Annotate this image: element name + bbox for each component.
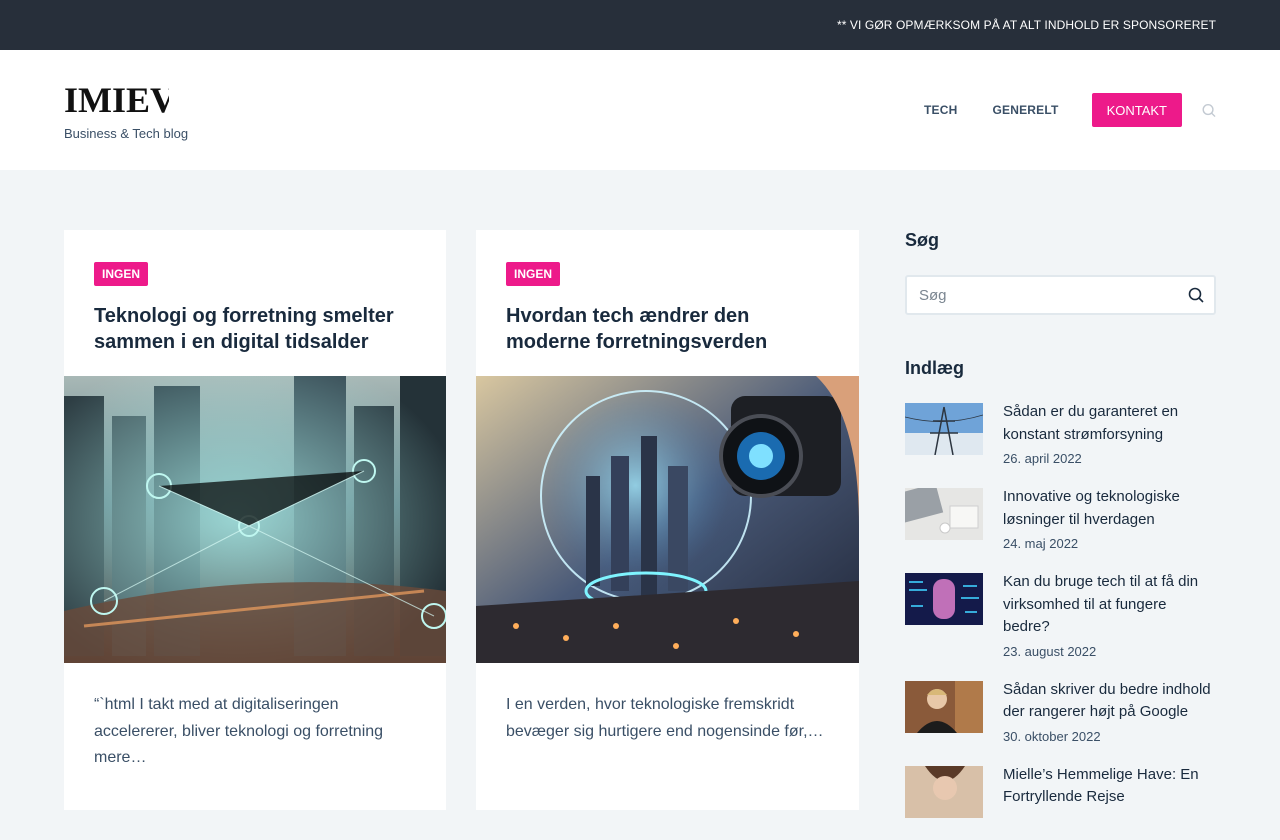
category-badge[interactable]: INGEN: [94, 262, 149, 286]
list-item: Mielle’s Hemmelige Have: En Fortryllende…: [905, 764, 1216, 818]
post-date: 30. oktober 2022: [1003, 728, 1101, 744]
branding: IMIEV Business & Tech blog: [64, 78, 188, 141]
nav-item-generelt[interactable]: GENERELT: [993, 103, 1059, 117]
recent-posts-list: Sådan er du garanteret en konstant strøm…: [905, 403, 1216, 818]
main-content: INGEN Teknologi og forretning smelter sa…: [0, 170, 1280, 818]
article-excerpt: I en verden, hvor teknologiske fremskrid…: [506, 696, 824, 740]
list-item: Sådan er du garanteret en konstant strøm…: [905, 403, 1216, 466]
post-date: 26. april 2022: [1003, 451, 1082, 466]
article-title[interactable]: Hvordan tech ændrer den moderne forretni…: [506, 303, 836, 355]
search-widget-title: Søg: [905, 230, 939, 250]
site-logo[interactable]: IMIEV: [64, 78, 169, 122]
search-input[interactable]: [907, 277, 1167, 313]
article-image[interactable]: [476, 376, 859, 663]
post-thumbnail[interactable]: [905, 403, 983, 455]
top-notice-bar: ** VI GØR OPMÆRKSOM PÅ AT ALT INDHOLD ER…: [0, 0, 1280, 50]
post-thumbnail[interactable]: [905, 765, 983, 818]
post-thumbnail[interactable]: [905, 680, 983, 733]
header-search-icon[interactable]: [1202, 103, 1216, 117]
list-item: Innovative og teknologiske løsninger til…: [905, 488, 1216, 551]
article-card: INGEN Teknologi og forretning smelter sa…: [64, 230, 446, 810]
post-title[interactable]: Sådan skriver du bedre indhold der range…: [1003, 679, 1216, 724]
post-date: 23. august 2022: [1003, 643, 1097, 659]
list-item: Kan du bruge tech til at få din virksomh…: [905, 573, 1216, 659]
search-icon[interactable]: [1188, 287, 1204, 303]
search-widget: [905, 275, 1216, 315]
post-title[interactable]: Kan du bruge tech til at få din virksomh…: [1003, 571, 1216, 639]
article-image[interactable]: [64, 376, 446, 663]
contact-button[interactable]: KONTAKT: [1091, 93, 1182, 127]
article-card: INGEN Hvordan tech ændrer den moderne fo…: [476, 230, 859, 810]
site-header: IMIEV Business & Tech blog TECH GENERELT…: [0, 50, 1280, 170]
main-nav: TECH GENERELT KONTAKT: [924, 93, 1216, 127]
article-title[interactable]: Teknologi og forretning smelter sammen i…: [94, 303, 424, 355]
post-title[interactable]: Mielle’s Hemmelige Have: En Fortryllende…: [1003, 764, 1216, 809]
sidebar: Søg Indlæg Sådan er du garanter: [905, 230, 1216, 840]
article-excerpt: “`html I takt med at digitaliseringen ac…: [94, 696, 384, 766]
site-tagline: Business & Tech blog: [64, 126, 189, 141]
nav-item-tech[interactable]: TECH: [924, 103, 957, 117]
posts-widget-title: Indlæg: [905, 358, 964, 378]
post-title[interactable]: Innovative og teknologiske løsninger til…: [1003, 486, 1216, 531]
sponsor-notice: ** VI GØR OPMÆRKSOM PÅ AT ALT INDHOLD ER…: [836, 18, 1216, 32]
post-title[interactable]: Sådan er du garanteret en konstant strøm…: [1003, 401, 1216, 446]
category-badge[interactable]: INGEN: [506, 262, 561, 286]
post-thumbnail[interactable]: [905, 488, 983, 540]
post-date: 24. maj 2022: [1003, 536, 1079, 551]
list-item: Sådan skriver du bedre indhold der range…: [905, 679, 1216, 744]
post-thumbnail[interactable]: [905, 573, 983, 625]
